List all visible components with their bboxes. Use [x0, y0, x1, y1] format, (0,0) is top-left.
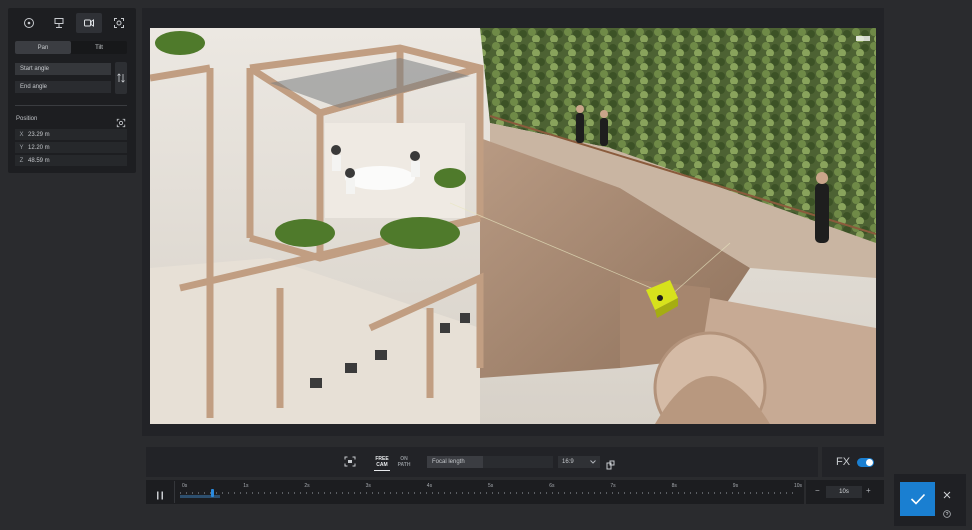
timeline-ruler [180, 492, 796, 494]
fx-panel [822, 447, 884, 477]
end-angle-label: End angle [20, 84, 48, 90]
y-axis-label: Y [19, 144, 24, 151]
confirm-button[interactable] [900, 482, 935, 516]
z-value: 48.59 m [28, 157, 50, 164]
start-angle-field[interactable]: Start angle [15, 63, 111, 75]
timeline-divider [174, 481, 175, 503]
tripod-mode-button[interactable] [46, 13, 72, 33]
close-icon [943, 491, 951, 499]
free-cam-toggle[interactable]: FREE CAM [374, 456, 390, 471]
duration-increase-button[interactable]: + [866, 486, 871, 495]
timeline-tick-label: 0s [182, 483, 188, 489]
target-icon [116, 118, 126, 128]
aspect-ratio-value: 16:9 [562, 459, 574, 465]
timeline-tick-label: 6s [549, 483, 555, 489]
focus-target-mode-button[interactable] [106, 13, 132, 33]
start-angle-label: Start angle [20, 66, 50, 72]
pause-button[interactable] [156, 487, 166, 500]
aspect-ratio-select[interactable]: 16:9 [558, 456, 600, 468]
snapshot-button[interactable] [343, 455, 357, 468]
on-path-toggle[interactable]: ON PATH [396, 456, 412, 470]
timeline-track[interactable]: 0s 1s 2s 3s 4s 5s 6s 7s 8s 9s 10s [180, 480, 802, 504]
playhead[interactable] [210, 489, 214, 497]
timeline-tick-label: 4s [426, 483, 433, 489]
fx-toggle[interactable] [857, 458, 874, 467]
portrait-landscape-icon [606, 460, 615, 470]
duration-value: 10s [839, 489, 849, 495]
end-angle-field[interactable]: End angle [15, 81, 111, 93]
focal-length-slider[interactable] [483, 456, 553, 468]
timeline-progress [180, 495, 220, 498]
timeline-tick-label: 10s [794, 483, 803, 489]
timeline-tick-label: 1s [243, 483, 249, 489]
swap-angles-button[interactable] [115, 62, 127, 94]
position-label: Position [16, 116, 38, 122]
timeline-tick-label: 2s [304, 483, 310, 489]
y-value: 12.20 m [28, 144, 50, 151]
timeline-tick-label: 7s [610, 483, 616, 489]
3d-viewport[interactable] [150, 28, 876, 424]
fx-toggle-knob [866, 459, 873, 466]
z-axis-label: Z [19, 157, 24, 164]
checkmark-icon [910, 493, 925, 505]
tab-tilt[interactable]: Tilt [71, 41, 127, 54]
timeline-tick-label: 5s [488, 483, 494, 489]
fx-label: FX [836, 456, 851, 468]
x-value: 23.29 m [28, 131, 50, 138]
position-z-field[interactable]: Z 48.59 m [15, 155, 127, 166]
panel-divider [15, 105, 127, 106]
architectural-scene-render [150, 28, 876, 424]
camera-path-icon [84, 19, 94, 27]
position-x-field[interactable]: X 23.29 m [15, 129, 127, 140]
orbit-mode-button[interactable] [16, 13, 42, 33]
duration-field[interactable]: 10s [826, 486, 862, 498]
focus-target-icon [114, 18, 124, 28]
duration-decrease-button[interactable]: − [815, 486, 820, 495]
pause-icon [157, 491, 163, 500]
x-axis-label: X [19, 131, 24, 138]
chevron-down-icon [590, 460, 596, 464]
frame-capture-icon [344, 456, 356, 467]
timeline-tick-label: 9s [732, 483, 739, 489]
timeline-tick-label: 3s [365, 483, 371, 489]
tab-pan[interactable]: Pan [15, 41, 71, 54]
focal-length-label: Focal length [427, 456, 483, 468]
pan-tilt-toggle: Pan Tilt [15, 41, 127, 54]
timeline-tick-label: 8s [671, 483, 677, 489]
tripod-icon [54, 18, 64, 28]
help-button[interactable] [943, 505, 952, 518]
swap-arrows-icon [117, 73, 125, 83]
position-y-field[interactable]: Y 12.20 m [15, 142, 127, 153]
close-button[interactable] [943, 486, 952, 499]
orientation-button[interactable] [606, 457, 616, 470]
help-icon [943, 510, 951, 518]
orbit-icon [24, 18, 34, 28]
camera-path-mode-button[interactable] [76, 13, 102, 33]
